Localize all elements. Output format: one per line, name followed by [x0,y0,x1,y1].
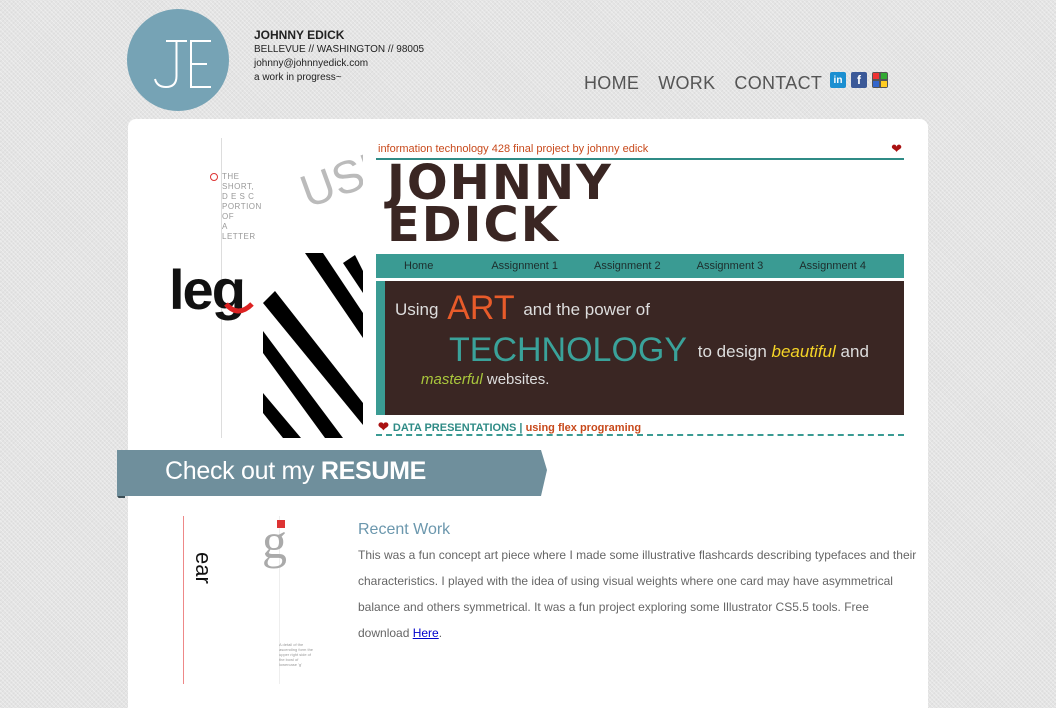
preview-nav-assignment-2: Assignment 2 [594,260,661,272]
nav-home[interactable]: HOME [584,72,639,94]
recent-work-title: Recent Work [358,521,451,538]
resume-button[interactable]: Check out my RESUME [165,457,426,486]
nav-work[interactable]: WORK [658,72,715,94]
main-nav: HOME WORK CONTACT [584,72,841,94]
project-tagline: information technology 428 final project… [378,143,649,155]
googleplus-icon[interactable] [872,72,888,88]
social-links: in f [830,72,888,88]
ear-word: ear [191,552,216,584]
site-identity: JOHNNY EDICK BELLEVUE // WASHINGTON // 9… [254,28,424,85]
typography-artwork[interactable]: THE SHORT, D E S C PORTION OF A LETTER l… [163,138,363,438]
preview-banner: Using ART and the power of TECHNOLOGY to… [376,281,904,415]
site-tagline: a work in progress~ [254,72,342,83]
download-link[interactable]: Here [413,626,439,640]
preview-footer-line: ❤ DATA PRESENTATIONS | using flex program… [378,419,642,434]
black-stripes-graphic [263,253,363,438]
short-description: THE SHORT, D E S C PORTION OF A LETTER [222,172,262,241]
heart-icon: ❤ [891,141,902,156]
owner-name: JOHNNY EDICK [254,28,345,42]
red-guide-line [183,516,184,684]
red-circle-marker [210,173,218,181]
dashed-divider [376,434,904,436]
preview-nav-home: Home [404,260,434,272]
rotated-use-word: USE [293,138,363,218]
recent-work-description: This was a fun concept art piece where I… [358,548,917,640]
red-ear-marker [277,520,285,528]
linkedin-icon[interactable]: in [830,72,846,88]
je-monogram-icon [154,40,211,89]
facebook-icon[interactable]: f [851,72,867,88]
heart-icon: ❤ [378,419,389,434]
preview-nav-assignment-1: Assignment 1 [491,260,558,272]
owner-email[interactable]: johnny@johnnyedick.com [254,57,424,71]
flashcard-artwork[interactable]: ear g A detail of the ascending form the… [176,514,346,684]
project-big-name: JOHNNY EDICK [387,155,613,253]
site-logo[interactable] [127,9,229,111]
preview-nav-assignment-4: Assignment 4 [799,260,866,272]
nav-contact[interactable]: CONTACT [734,72,822,94]
flashcard-caption: A detail of the ascending form the upper… [279,642,314,667]
owner-location: BELLEVUE // WASHINGTON // 98005 [254,44,425,55]
red-descender [224,288,254,324]
preview-nav: Home Assignment 1 Assignment 2 Assignmen… [376,254,904,278]
preview-nav-assignment-3: Assignment 3 [696,260,764,272]
featured-project-preview[interactable]: information technology 428 final project… [376,138,904,438]
